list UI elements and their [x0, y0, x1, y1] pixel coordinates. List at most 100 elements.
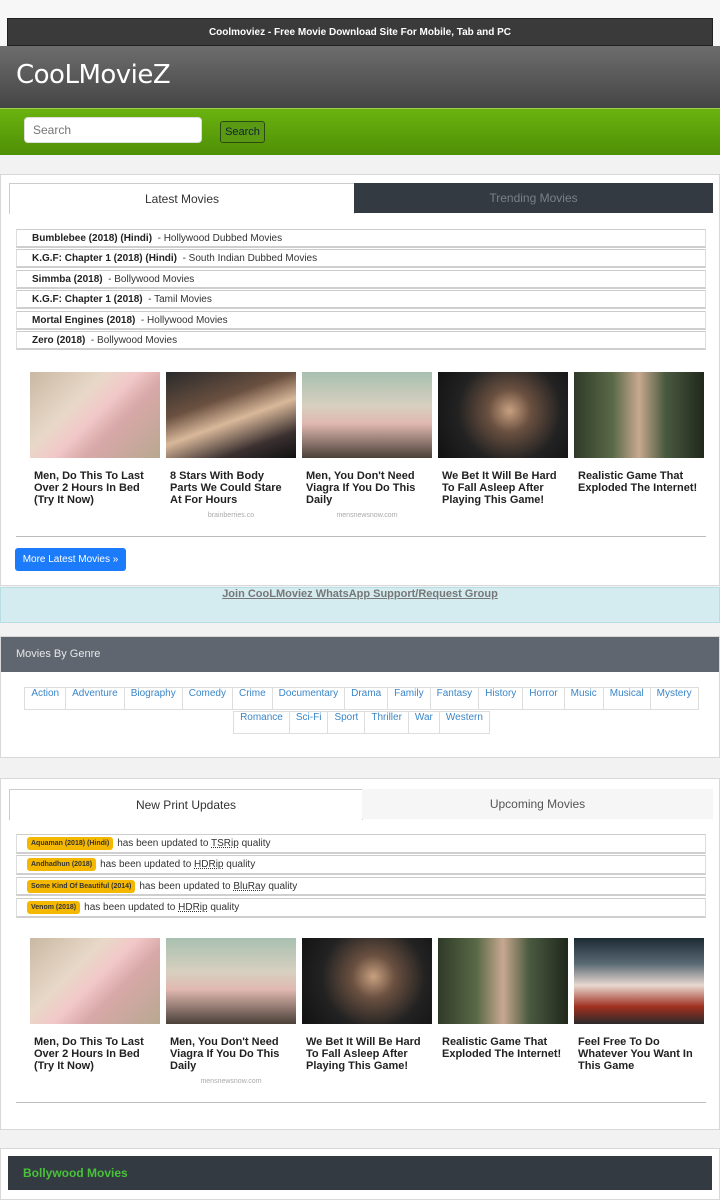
latest-movie-list: Bumblebee (2018) (Hindi) - Hollywood Dub… — [16, 229, 706, 352]
ad-card[interactable]: Realistic Game That Exploded The Interne… — [574, 372, 704, 500]
genre-link[interactable]: Action — [24, 687, 67, 710]
genre-link[interactable]: Music — [563, 687, 604, 710]
list-item[interactable]: Zero (2018) - Bollywood Movies — [16, 331, 706, 351]
update-text: has been updated to — [100, 859, 192, 871]
ad-image[interactable] — [438, 938, 568, 1024]
latest-tabs: Latest Movies Trending Movies — [9, 183, 713, 214]
tab-latest-movies[interactable]: Latest Movies — [9, 183, 355, 214]
genre-link[interactable]: Romance — [233, 711, 290, 734]
genre-link[interactable]: Documentary — [271, 687, 346, 710]
ad-image[interactable] — [30, 938, 160, 1024]
movie-title[interactable]: Zero (2018) — [32, 335, 85, 346]
tab-trending-movies[interactable]: Trending Movies — [354, 183, 713, 213]
tab-upcoming-movies[interactable]: Upcoming Movies — [362, 789, 713, 819]
genre-link[interactable]: Western — [438, 711, 490, 734]
ad-caption[interactable]: Realistic Game That Exploded The Interne… — [574, 470, 704, 494]
genre-link[interactable]: Sport — [327, 711, 366, 734]
update-suffix: quality — [210, 902, 240, 914]
movie-badge[interactable]: Some Kind Of Beautiful (2014) — [27, 879, 136, 893]
movie-title[interactable]: Simmba (2018) — [32, 274, 103, 285]
list-item[interactable]: Bumblebee (2018) (Hindi) - Hollywood Dub… — [16, 229, 706, 248]
ad-image[interactable] — [438, 372, 568, 458]
list-item[interactable]: K.G.F: Chapter 1 (2018) - Tamil Movies — [16, 290, 706, 310]
more-latest-movies-button[interactable]: More Latest Movies » — [15, 548, 126, 571]
ad-image[interactable] — [166, 938, 296, 1024]
list-item[interactable]: Aquaman (2018) (Hindi) has been updated t… — [16, 834, 706, 854]
ad-image[interactable] — [302, 938, 432, 1024]
ad-source: mensnewsnow.com — [200, 1078, 262, 1085]
list-item[interactable]: Some Kind Of Beautiful (2014) has been up… — [16, 876, 706, 897]
ad-caption[interactable]: We Bet It Will Be Hard To Fall Asleep Af… — [438, 470, 568, 506]
ad-caption[interactable]: We Bet It Will Be Hard To Fall Asleep Af… — [302, 1036, 432, 1072]
ad-card[interactable]: Men, You Don't Need Viagra If You Do Thi… — [302, 372, 432, 519]
ad-caption[interactable]: Men, Do This To Last Over 2 Hours In Bed… — [30, 1036, 160, 1072]
genre-link[interactable]: Drama — [344, 687, 389, 710]
ad-caption[interactable]: Men, You Don't Need Viagra If You Do Thi… — [166, 1036, 296, 1072]
genres-panel: Movies By Genre Action Adventure Biography… — [0, 636, 720, 758]
movie-title[interactable]: Bumblebee (2018) (Hindi) — [32, 233, 152, 244]
search-input[interactable] — [24, 117, 202, 143]
movie-badge[interactable]: Aquaman (2018) (Hindi) — [27, 836, 114, 850]
ad-image[interactable] — [166, 372, 296, 458]
ad-card[interactable]: We Bet It Will Be Hard To Fall Asleep Af… — [302, 938, 432, 1078]
genre-link[interactable]: Sci-Fi — [288, 711, 329, 734]
divider — [16, 536, 706, 537]
bollywood-heading[interactable]: Bollywood Movies — [8, 1156, 712, 1190]
ad-image[interactable] — [302, 372, 432, 458]
genre-link[interactable]: Thriller — [364, 711, 409, 734]
genre-link[interactable]: Comedy — [181, 687, 233, 710]
genre-link[interactable]: History — [478, 687, 524, 710]
search-button[interactable]: Search — [220, 121, 265, 143]
site-logo[interactable]: CooLMovieZ — [16, 60, 171, 90]
ad-image[interactable] — [574, 938, 704, 1024]
movie-category: - Bollywood Movies — [90, 335, 178, 347]
genre-link[interactable]: Horror — [522, 687, 565, 710]
genre-link[interactable]: Mystery — [649, 687, 699, 710]
movie-title[interactable]: K.G.F: Chapter 1 (2018) (Hindi) — [32, 253, 177, 264]
genre-link[interactable]: Musical — [602, 687, 651, 710]
update-suffix: quality — [241, 838, 271, 849]
genre-list: Action Adventure Biography Comedy Crime Docum… — [21, 687, 701, 735]
update-suffix: quality — [226, 859, 256, 871]
genre-link[interactable]: Fantasy — [429, 687, 480, 710]
genre-link[interactable]: Biography — [123, 687, 183, 710]
ad-card[interactable]: Men, Do This To Last Over 2 Hours In Bed… — [30, 372, 160, 512]
ad-card[interactable]: We Bet It Will Be Hard To Fall Asleep Af… — [438, 372, 568, 512]
list-item[interactable]: Simmba (2018) - Bollywood Movies — [16, 269, 706, 289]
ad-caption[interactable]: Men, Do This To Last Over 2 Hours In Bed… — [30, 470, 160, 506]
updates-tabs: New Print Updates Upcoming Movies — [9, 789, 713, 820]
updates-panel: New Print Updates Upcoming Movies Aquama… — [0, 778, 720, 1130]
ad-caption[interactable]: 8 Stars With Body Parts We Could Stare A… — [166, 470, 296, 506]
movie-title[interactable]: Mortal Engines (2018) — [32, 315, 135, 326]
whatsapp-group-link[interactable]: Join CooLMoviez WhatsApp Support/Request… — [0, 587, 720, 623]
list-item[interactable]: Mortal Engines (2018) - Hollywood Movies — [16, 310, 706, 330]
genre-link[interactable]: Adventure — [65, 687, 125, 710]
list-item[interactable]: K.G.F: Chapter 1 (2018) (Hindi) - South … — [16, 249, 706, 269]
movie-title[interactable]: K.G.F: Chapter 1 (2018) — [32, 294, 143, 305]
movie-badge[interactable]: Venom (2018) — [27, 901, 81, 915]
update-text: has been updated to — [84, 902, 176, 914]
genre-link[interactable]: Family — [387, 687, 431, 710]
ad-card[interactable]: Men, Do This To Last Over 2 Hours In Bed… — [30, 938, 160, 1078]
ad-caption[interactable]: Men, You Don't Need Viagra If You Do Thi… — [302, 470, 432, 506]
sponsored-ads: Men, Do This To Last Over 2 Hours In Bed… — [30, 938, 705, 1088]
movie-category: - Hollywood Dubbed Movies — [157, 233, 283, 244]
quality-label: TSRip — [211, 838, 239, 849]
tab-new-print-updates[interactable]: New Print Updates — [9, 789, 363, 820]
list-item[interactable]: Venom (2018) has been updated to HDRip qu… — [16, 898, 706, 918]
list-item[interactable]: Andhadhun (2018) has been updated to HDRi… — [16, 855, 706, 875]
ad-card[interactable]: 8 Stars With Body Parts We Could Stare A… — [166, 372, 296, 519]
ad-card[interactable]: Men, You Don't Need Viagra If You Do Thi… — [166, 938, 296, 1085]
movie-category: - Tamil Movies — [148, 294, 212, 306]
ad-card[interactable]: Feel Free To Do Whatever You Want In Thi… — [574, 938, 704, 1078]
ad-image[interactable] — [574, 372, 704, 458]
ad-card[interactable]: Realistic Game That Exploded The Interne… — [438, 938, 568, 1066]
quality-label: HDRip — [178, 902, 208, 914]
movie-badge[interactable]: Andhadhun (2018) — [27, 858, 97, 872]
genre-link[interactable]: Crime — [231, 687, 273, 710]
genre-link[interactable]: War — [407, 711, 440, 734]
ad-caption[interactable]: Realistic Game That Exploded The Interne… — [438, 1036, 568, 1060]
ad-image[interactable] — [30, 372, 160, 458]
search-bar: Search — [0, 108, 720, 155]
ad-caption[interactable]: Feel Free To Do Whatever You Want In Thi… — [574, 1036, 704, 1072]
